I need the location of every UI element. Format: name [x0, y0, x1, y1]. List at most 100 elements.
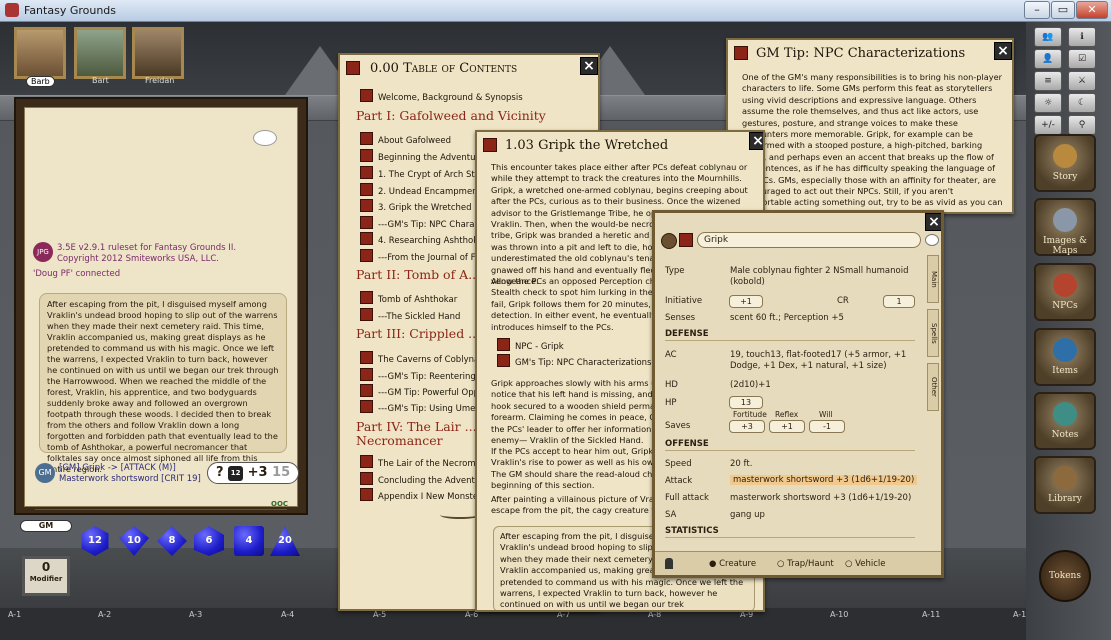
npc-kind-bar: ● Creature ○ Trap/Haunt ○ Vehicle [655, 551, 941, 575]
toc-link[interactable]: ---GM's Tip: Reentering th... [360, 368, 490, 382]
radio-vehicle[interactable]: ○ Vehicle [845, 559, 886, 569]
saves-label: Saves [665, 421, 690, 431]
radio-trap-haunt[interactable]: ○ Trap/Haunt [777, 559, 834, 569]
toc-link[interactable]: Appendix I New Monsters [360, 488, 490, 502]
npc-gripk-link[interactable]: NPC - Gripk [497, 338, 564, 352]
grid-label: A-3 [189, 610, 202, 619]
list-icon[interactable]: ≡ [1034, 71, 1062, 91]
close-icon[interactable]: × [749, 132, 765, 150]
radio-label: Trap/Haunt [787, 559, 834, 569]
chat-bubble-icon[interactable] [925, 234, 939, 246]
toc-link[interactable]: 4. Researching Ashthokar [360, 232, 490, 246]
hp-field[interactable]: 13 [729, 396, 763, 409]
toc-link[interactable]: ---From the Journal of Fa... [360, 249, 490, 263]
tab-main[interactable]: Main [927, 255, 939, 303]
grid-label: A-2 [98, 610, 111, 619]
reflex-field[interactable]: +1 [769, 420, 805, 433]
toc-link[interactable]: 3. Gripk the Wretched [360, 199, 490, 213]
toc-link[interactable]: ---GM's Tip: NPC Characte... [360, 216, 490, 230]
portrait-name: Barb [26, 76, 55, 87]
npc-name-field[interactable]: Gripk [697, 232, 921, 248]
close-icon[interactable]: × [994, 42, 1012, 60]
full-attack-value[interactable]: masterwork shortsword +3 (1d6+1/19-20) [730, 493, 911, 503]
close-icon[interactable]: × [925, 213, 943, 231]
items-label: Items [1052, 366, 1078, 376]
defense-section-heading: DEFENSE [665, 329, 915, 341]
fortitude-field[interactable]: +3 [729, 420, 765, 433]
maximize-button[interactable]: ▭ [1051, 1, 1075, 19]
statistics-section-heading: STATISTICS [665, 526, 915, 538]
grid-label: A-1 [8, 610, 21, 619]
toc-link[interactable]: ---The Sickled Hand [360, 308, 490, 322]
radio-creature[interactable]: ● Creature [709, 559, 756, 569]
ooc-toggle[interactable]: OOC [271, 500, 288, 508]
party-icon[interactable]: 👥 [1034, 27, 1062, 47]
d6-cube-die-icon[interactable]: 4 [234, 526, 264, 556]
info-icon[interactable]: ℹ [1068, 27, 1096, 47]
portrait-barb[interactable] [14, 27, 66, 79]
library-label: Library [1048, 494, 1082, 504]
toc-link[interactable]: Concluding the Adventure [360, 472, 490, 486]
id-icon [679, 233, 693, 247]
modifier-box[interactable]: 0 Modifier [22, 556, 70, 596]
chat-log[interactable]: JPG 3.5E v2.9.1 ruleset for Fantasy Grou… [24, 107, 298, 507]
flourish-divider [440, 511, 480, 519]
senses-value: scent 60 ft.; Perception +5 [730, 313, 844, 323]
cr-label: CR [837, 296, 849, 306]
library-button[interactable]: Library [1034, 456, 1096, 514]
toc-link[interactable]: ---GM Tip: Powerful Oppo... [360, 384, 490, 398]
lock-icon[interactable] [665, 558, 673, 569]
portrait-bart[interactable] [74, 27, 126, 79]
cr-field[interactable]: 1 [883, 295, 915, 308]
toc-link[interactable]: Tomb of Ashthokar [360, 291, 490, 305]
story-message: After escaping from the pit, I disguised… [39, 293, 287, 453]
effects-icon[interactable]: ⚲ [1068, 115, 1096, 135]
notes-icon [1053, 402, 1077, 426]
grid-label: A-11 [922, 610, 940, 619]
speech-bubble-icon[interactable] [253, 130, 277, 146]
will-label: Will [819, 410, 833, 419]
lighting-icon[interactable]: ☼ [1034, 93, 1062, 113]
character-icon[interactable]: 👤 [1034, 49, 1062, 69]
minimize-button[interactable]: – [1024, 1, 1050, 19]
book-icon [483, 138, 497, 152]
items-button[interactable]: Items [1034, 328, 1096, 386]
calendar-icon[interactable]: ☾ [1068, 93, 1096, 113]
ruleset-icon: JPG [33, 242, 53, 262]
story-button[interactable]: Story [1034, 134, 1096, 192]
portrait-freidan[interactable] [132, 27, 184, 79]
initiative-field[interactable]: +1 [729, 295, 763, 308]
toc-link[interactable]: ---GM's Tip: Using Umers... [360, 400, 490, 414]
chat-entry-field[interactable] [35, 496, 287, 510]
will-field[interactable]: -1 [809, 420, 845, 433]
gm-identity-label[interactable]: GM [20, 520, 72, 532]
toc-link[interactable]: 2. Undead Encampment [360, 183, 490, 197]
tab-other[interactable]: Other [927, 363, 939, 411]
toc-link[interactable]: 1. The Crypt of Arch Stant... [360, 166, 490, 180]
checklist-icon[interactable]: ☑ [1068, 49, 1096, 69]
combat-icon[interactable]: ⚔ [1068, 71, 1096, 91]
toc-link[interactable]: About Gafolweed [360, 132, 490, 146]
toc-link[interactable]: Welcome, Background & Synopsis [360, 89, 523, 103]
gm-tip-link[interactable]: GM's Tip: NPC Characterizations [497, 354, 651, 368]
tab-spells[interactable]: Spells [927, 309, 939, 357]
npc-token-icon[interactable] [661, 233, 677, 249]
tokens-button[interactable]: Tokens [1039, 550, 1091, 602]
npcs-button[interactable]: NPCs [1034, 263, 1096, 321]
toc-link[interactable]: Beginning the Adventure [360, 149, 490, 163]
app-icon [5, 3, 19, 17]
copyright-line: Copyright 2012 Smiteworks USA, LLC. [57, 253, 219, 265]
toc-link[interactable]: The Lair of the Necromanc... [360, 455, 490, 469]
full-attack-label: Full attack [665, 493, 709, 503]
d12-result-icon: 12 [228, 466, 243, 481]
connected-message: 'Doug PF' connected [33, 268, 120, 280]
close-icon[interactable]: × [580, 57, 598, 75]
notes-button[interactable]: Notes [1034, 392, 1096, 450]
speed-label: Speed [665, 459, 692, 469]
close-window-button[interactable]: ✕ [1076, 1, 1108, 19]
attack-value[interactable]: masterwork shortsword +3 (1d6+1/19-20) [730, 475, 917, 485]
toc-link[interactable]: The Caverns of Coblynau [360, 351, 490, 365]
images-maps-button[interactable]: Images & Maps [1034, 198, 1096, 256]
toc-part-heading: Part IV: The Lair ... [356, 419, 477, 434]
modifiers-icon[interactable]: +/- [1034, 115, 1062, 135]
